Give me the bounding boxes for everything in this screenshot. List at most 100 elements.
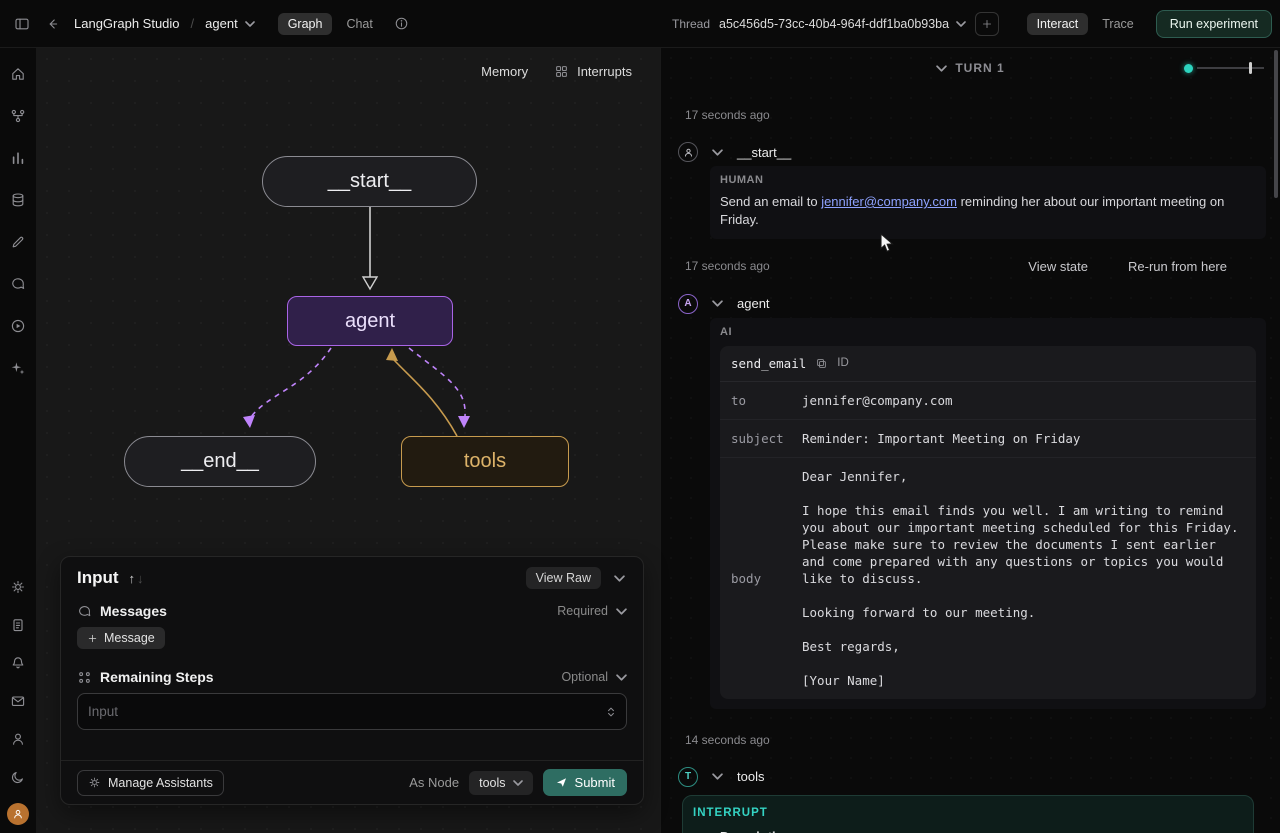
pencil-icon[interactable] (6, 230, 30, 254)
chevron-down-icon[interactable] (616, 674, 627, 681)
timestamp: 17 seconds ago (685, 259, 770, 273)
input-collapse-chevron[interactable] (609, 568, 629, 588)
message-text: Send an email to (720, 194, 821, 209)
graph-canvas[interactable]: Memory Interrupts __start__ agent __end_… (36, 48, 660, 833)
tool-call-field-body: body Dear Jennifer, I hope this email fi… (720, 458, 1256, 699)
interrupt-label: INTERRUPT (693, 807, 1243, 819)
scrollbar-thumb[interactable] (1274, 50, 1278, 198)
agent-timestamp-row: 17 seconds ago View state Re-run from he… (685, 259, 1227, 274)
arrow-down-icon[interactable]: ↓ (137, 571, 146, 586)
memory-button[interactable]: Memory (481, 64, 528, 79)
left-icon-rail (0, 48, 36, 833)
chevron-down-icon (712, 773, 723, 780)
timeline-slider[interactable] (1184, 63, 1264, 73)
run-experiment-button[interactable]: Run experiment (1156, 10, 1272, 38)
tab-graph[interactable]: Graph (278, 13, 333, 35)
email-link[interactable]: jennifer@company.com (821, 194, 957, 209)
database-icon[interactable] (6, 188, 30, 212)
node-start-label: __start__ (328, 170, 411, 193)
send-icon (555, 776, 568, 789)
clipboard-icon[interactable] (6, 613, 30, 637)
thread-label: Thread (672, 17, 710, 31)
human-avatar-icon (678, 142, 698, 162)
app-window: LangGraph Studio / agent Graph Chat Thre… (0, 0, 1280, 833)
collapse-arrows[interactable]: ↑↓ (129, 571, 146, 586)
tool-call-field-subject: subject Reminder: Important Meeting on F… (720, 420, 1256, 458)
tab-chat[interactable]: Chat (336, 13, 382, 35)
chat-bubble-icon (77, 604, 92, 619)
arrow-up-icon[interactable]: ↑ (129, 571, 138, 586)
settings-gear-icon[interactable] (6, 575, 30, 599)
add-message-button[interactable]: Message (77, 627, 165, 649)
graph-node-agent[interactable]: agent (287, 296, 453, 346)
sidebar-toggle-icon[interactable] (10, 12, 34, 36)
human-message: Send an email to jennifer@company.com re… (720, 193, 1232, 229)
rerun-from-here-button[interactable]: Re-run from here (1128, 259, 1227, 274)
plus-icon (981, 18, 993, 30)
new-thread-button[interactable] (975, 12, 999, 36)
agent-event-label: agent (737, 296, 770, 311)
thread-select[interactable]: a5c456d5-73cc-40b4-964f-ddf1ba0b93ba (719, 17, 966, 31)
submit-button[interactable]: Submit (543, 769, 627, 796)
tab-trace[interactable]: Trace (1092, 13, 1144, 35)
manage-assistants-button[interactable]: Manage Assistants (77, 770, 224, 796)
chevron-down-icon[interactable] (616, 608, 627, 615)
graph-node-start[interactable]: __start__ (262, 156, 477, 207)
play-circle-icon[interactable] (6, 314, 30, 338)
slider-handle[interactable] (1249, 62, 1252, 74)
home-icon[interactable] (6, 62, 30, 86)
view-tabs: Graph Chat (278, 13, 383, 35)
remaining-steps-input[interactable] (88, 704, 604, 719)
mail-icon[interactable] (6, 689, 30, 713)
role-label: AI (720, 326, 1256, 338)
messages-row[interactable]: Messages Required (77, 603, 627, 619)
messages-requirement: Required (557, 604, 608, 618)
chevron-down-icon (712, 149, 723, 156)
tools-event-header[interactable]: T tools (678, 767, 1280, 787)
slider-dot[interactable] (1184, 64, 1193, 73)
node-agent-label: agent (345, 310, 395, 333)
start-event-header[interactable]: __start__ (678, 142, 1280, 162)
workflow-icon[interactable] (6, 104, 30, 128)
view-state-button[interactable]: View state (1028, 259, 1088, 274)
messages-label: Messages (100, 603, 167, 619)
rail-bottom-group (6, 575, 30, 825)
chart-columns-icon[interactable] (6, 146, 30, 170)
top-bar: LangGraph Studio / agent Graph Chat Thre… (0, 0, 1280, 48)
thread-selector-group: Thread a5c456d5-73cc-40b4-964f-ddf1ba0b9… (672, 0, 999, 48)
tool-call-name: send_email (731, 356, 806, 371)
node-tools-label: tools (464, 450, 506, 473)
message-icon[interactable] (6, 272, 30, 296)
chevron-down-icon (513, 780, 523, 786)
moon-icon[interactable] (6, 765, 30, 789)
turn-header[interactable]: TURN 1 (661, 48, 1280, 88)
number-stepper-icon[interactable] (604, 705, 618, 719)
field-key: body (731, 571, 802, 586)
input-panel-title: Input (77, 568, 119, 588)
graph-node-tools[interactable]: tools (401, 436, 569, 487)
input-panel-footer: Manage Assistants As Node tools Submit (61, 760, 643, 804)
interrupts-grid-icon (554, 64, 569, 79)
as-node-select[interactable]: tools (469, 771, 532, 795)
ai-message-block: AI send_email ID to jennifer@company.com… (710, 318, 1266, 709)
manage-assistants-label: Manage Assistants (108, 776, 213, 790)
interrupts-button[interactable]: Interrupts (554, 64, 632, 79)
user-icon[interactable] (6, 727, 30, 751)
view-raw-button[interactable]: View Raw (526, 567, 601, 589)
sparkles-icon[interactable] (6, 356, 30, 380)
plus-icon (87, 633, 98, 644)
memory-label: Memory (481, 64, 528, 79)
interrupt-description-toggle[interactable]: Description (701, 829, 1243, 833)
tab-interact[interactable]: Interact (1027, 13, 1089, 35)
agent-event-header[interactable]: A agent (678, 294, 1280, 314)
back-arrow-icon[interactable] (41, 12, 65, 36)
topbar-right: Interact Trace Run experiment (1027, 0, 1272, 48)
slider-track[interactable] (1197, 67, 1264, 69)
graph-select[interactable]: agent (205, 16, 255, 31)
remaining-steps-row[interactable]: Remaining Steps Optional (77, 669, 627, 685)
user-avatar[interactable] (7, 803, 29, 825)
info-icon[interactable] (390, 12, 414, 36)
graph-node-end[interactable]: __end__ (124, 436, 316, 487)
copy-icon[interactable] (815, 357, 828, 370)
bell-icon[interactable] (6, 651, 30, 675)
